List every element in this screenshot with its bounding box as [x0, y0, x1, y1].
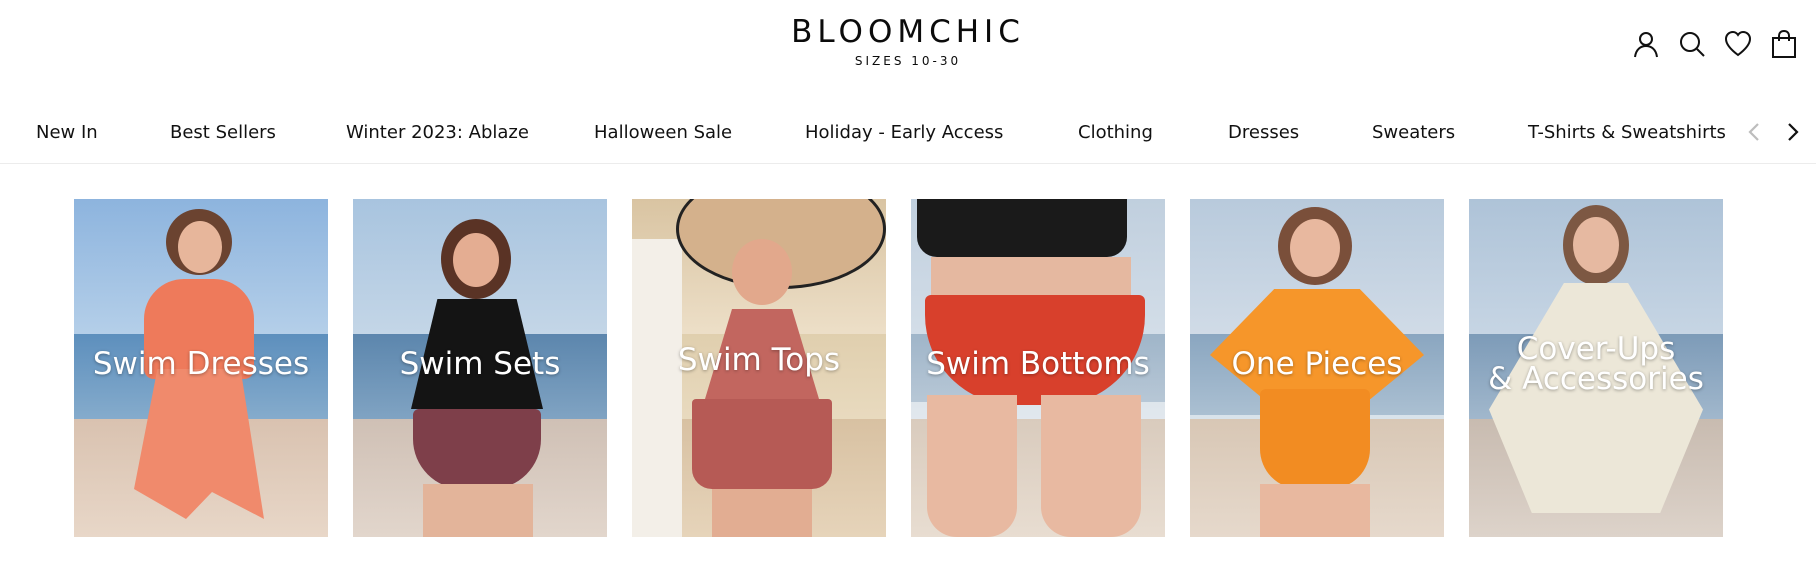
category-card-swim-dresses[interactable]: Swim Dresses — [74, 199, 328, 537]
category-card-one-pieces[interactable]: One Pieces — [1190, 199, 1444, 537]
brand-tagline: SIZES 10-30 — [854, 54, 962, 68]
nav-item-dresses[interactable]: Dresses — [1228, 122, 1299, 143]
nav-item-sweaters[interactable]: Sweaters — [1372, 122, 1455, 143]
nav-item-halloween-sale[interactable]: Halloween Sale — [594, 122, 732, 143]
category-card-cover-ups-accessories[interactable]: Cover-Ups & Accessories — [1469, 199, 1723, 537]
brand-name: BLOOMCHIC — [791, 14, 1025, 50]
header-icons — [1630, 28, 1800, 60]
nav-item-holiday-early-access[interactable]: Holiday - Early Access — [805, 122, 1003, 143]
search-icon[interactable] — [1676, 28, 1708, 60]
nav-item-tshirts-sweatshirts[interactable]: T-Shirts & Sweatshirts — [1528, 122, 1726, 143]
account-icon[interactable] — [1630, 28, 1662, 60]
nav-item-new-in[interactable]: New In — [36, 122, 98, 143]
category-label: One Pieces — [1231, 346, 1403, 382]
nav-next-arrow-icon[interactable] — [1779, 119, 1805, 145]
wishlist-heart-icon[interactable] — [1722, 28, 1754, 60]
category-label: Swim Tops — [677, 342, 841, 378]
nav-items: New In Best Sellers Winter 2023: Ablaze … — [0, 100, 1740, 164]
nav-item-best-sellers[interactable]: Best Sellers — [170, 122, 276, 143]
category-card-swim-sets[interactable]: Swim Sets — [353, 199, 607, 537]
main-navigation: New In Best Sellers Winter 2023: Ablaze … — [0, 100, 1816, 164]
category-label: Swim Sets — [399, 346, 561, 382]
category-card-swim-tops[interactable]: Swim Tops — [632, 199, 886, 537]
brand-logo[interactable]: BLOOMCHIC SIZES 10-30 — [0, 14, 1816, 68]
category-label: Swim Bottoms — [926, 346, 1150, 382]
category-label-line2: & Accessories — [1488, 361, 1704, 397]
shopping-bag-icon[interactable] — [1768, 28, 1800, 60]
category-label: Swim Dresses — [92, 346, 310, 382]
nav-prev-arrow-icon[interactable] — [1742, 119, 1768, 145]
nav-item-clothing[interactable]: Clothing — [1078, 122, 1153, 143]
nav-item-winter-2023[interactable]: Winter 2023: Ablaze — [346, 122, 529, 143]
category-card-swim-bottoms[interactable]: Swim Bottoms — [911, 199, 1165, 537]
site-header: BLOOMCHIC SIZES 10-30 — [0, 0, 1816, 100]
